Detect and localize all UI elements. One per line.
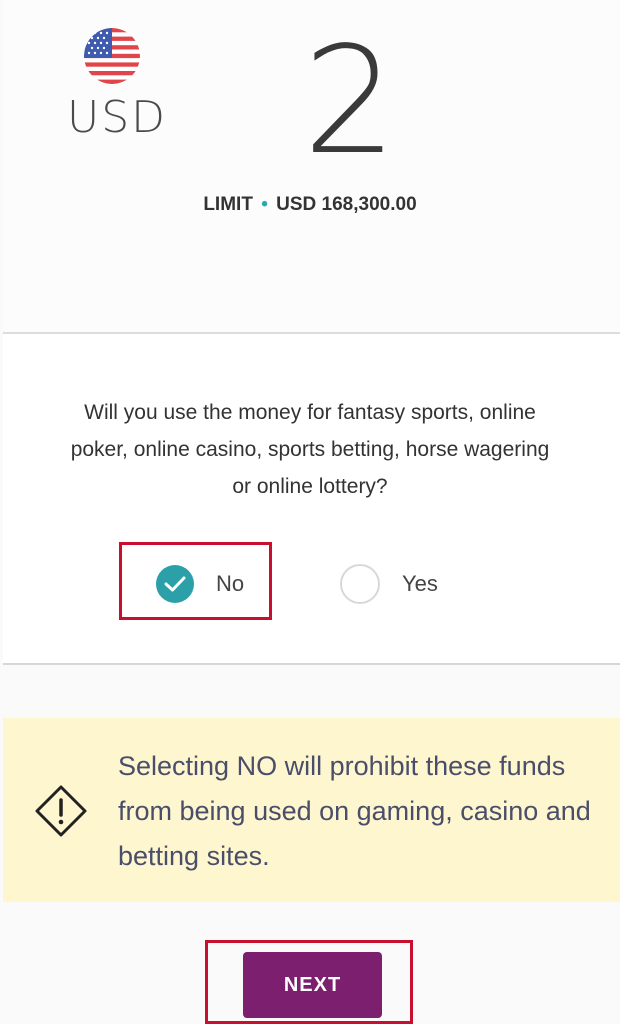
amount-display[interactable]: 2 (300, 26, 400, 176)
gambling-question: Will you use the money for fantasy sport… (70, 401, 550, 498)
highlight-box-no (119, 542, 272, 620)
highlight-box-next (205, 940, 413, 1024)
limit-line: LIMIT • USD 168,300.00 (0, 194, 620, 216)
option-yes-label: Yes (402, 571, 438, 596)
warning-text: Selecting NO will prohibit these funds f… (118, 751, 591, 871)
us-flag-icon (84, 28, 140, 84)
currency-code: USD (67, 92, 168, 143)
radio-unchecked-icon[interactable] (340, 564, 380, 604)
limit-label: LIMIT (203, 194, 253, 215)
limit-separator: • (261, 194, 268, 215)
option-yes[interactable]: Yes (340, 562, 438, 606)
section-divider (3, 663, 620, 665)
limit-value: USD 168,300.00 (276, 194, 417, 215)
app-screen: USD 2 LIMIT • USD 168,300.00 Will you us… (0, 0, 620, 1024)
warning-diamond-icon (32, 782, 90, 840)
